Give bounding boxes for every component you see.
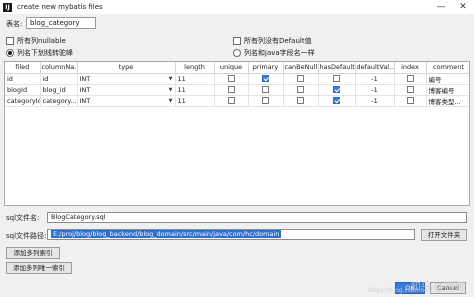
cell-comment[interactable]: 博客类型... xyxy=(426,95,469,107)
primary-cell xyxy=(248,73,284,85)
cell-default-val[interactable]: -1 xyxy=(355,84,395,96)
can-be-null-checkbox[interactable] xyxy=(297,75,304,82)
col-header-primary[interactable]: primary xyxy=(248,62,284,74)
unique-checkbox[interactable] xyxy=(227,75,235,82)
can-be-null-cell xyxy=(283,84,319,96)
can-be-null-cell xyxy=(283,73,319,85)
table-row[interactable]: blogId blog_id INT ▼ 11 -1 博客编号 xyxy=(5,84,469,96)
col-header-column-name[interactable]: columnNa... xyxy=(40,62,78,74)
watermark-url: https://blog.csdn.net/... xyxy=(368,287,438,294)
title-bar: IJ create new mybatis files — ✕ xyxy=(0,0,474,14)
cell-default-val[interactable]: -1 xyxy=(355,73,395,85)
index-checkbox[interactable] xyxy=(406,97,414,104)
cell-column-name[interactable]: category... xyxy=(40,95,78,107)
add-index-button[interactable]: 添加多列索引 xyxy=(6,247,60,259)
nullable-all-checkbox[interactable]: 所有列nullable xyxy=(6,36,66,46)
underscore-to-camel-radio[interactable]: 列名下划线转驼峰 xyxy=(6,48,73,58)
col-header-index[interactable]: index xyxy=(394,62,427,74)
col-header-can-be-null[interactable]: canBeNull xyxy=(283,62,319,74)
radio-selected-icon[interactable] xyxy=(6,49,14,57)
cell-filed[interactable]: blogId xyxy=(5,84,41,96)
table-name-input[interactable]: blog_category xyxy=(26,17,96,29)
unique-checkbox[interactable] xyxy=(227,86,235,93)
checkbox-box[interactable] xyxy=(6,37,14,45)
sql-file-name-input[interactable]: BlogCategory.sql xyxy=(47,212,467,223)
cell-comment[interactable]: 编号 xyxy=(426,73,469,85)
col-header-filed[interactable]: filed xyxy=(5,62,41,74)
cell-length[interactable]: 11 xyxy=(175,95,215,107)
cell-column-name[interactable]: blog_id xyxy=(40,84,78,96)
col-header-has-default[interactable]: hasDefault... xyxy=(318,62,356,74)
add-unique-index-button[interactable]: 添加多列唯一索引 xyxy=(6,262,72,274)
same-as-java-label: 列名和java字段名一样 xyxy=(244,49,315,57)
radio-icon[interactable] xyxy=(233,49,241,57)
underscore-to-camel-label: 列名下划线转驼峰 xyxy=(17,49,73,57)
index-checkbox[interactable] xyxy=(406,86,414,93)
minimize-icon[interactable]: — xyxy=(430,0,452,14)
type-value: INT xyxy=(79,74,91,83)
cell-length[interactable]: 11 xyxy=(175,73,215,85)
can-be-null-cell xyxy=(283,95,319,107)
sql-file-name-label: sql文件名: xyxy=(6,214,40,222)
col-header-comment[interactable]: comment xyxy=(426,62,469,74)
primary-cell xyxy=(248,95,284,107)
index-cell xyxy=(394,73,427,85)
table-row[interactable]: id id INT ▼ 11 -1 编号 xyxy=(5,73,469,85)
grid-header-row: filed columnNa... type length unique pri… xyxy=(5,62,469,74)
no-default-all-label: 所有列没有Default值 xyxy=(244,37,312,45)
has-default-cell xyxy=(318,95,356,107)
unique-cell xyxy=(214,84,249,96)
cell-comment[interactable]: 博客编号 xyxy=(426,84,469,96)
index-checkbox[interactable] xyxy=(406,75,414,82)
cell-filed[interactable]: id xyxy=(5,73,41,85)
primary-checkbox[interactable] xyxy=(262,75,269,82)
sql-file-path-input[interactable]: E:/proj/blog/blog_backend/blog_domain/sr… xyxy=(47,229,415,240)
primary-checkbox[interactable] xyxy=(262,97,269,104)
unique-checkbox[interactable] xyxy=(227,97,235,104)
col-header-type[interactable]: type xyxy=(77,62,176,74)
cell-default-val[interactable]: -1 xyxy=(355,95,395,107)
table-row[interactable]: categoryId category... INT ▼ 11 -1 博客类型... xyxy=(5,95,469,107)
cell-column-name[interactable]: id xyxy=(40,73,78,85)
unique-cell xyxy=(214,95,249,107)
chevron-down-icon[interactable]: ▼ xyxy=(169,98,173,104)
has-default-cell xyxy=(318,84,356,96)
type-value: INT xyxy=(79,96,91,105)
sql-file-path-label: sql文件路径: xyxy=(6,232,47,240)
cell-filed[interactable]: categoryId xyxy=(5,95,41,107)
chevron-down-icon[interactable]: ▼ xyxy=(169,87,173,93)
cell-type-select[interactable]: INT ▼ xyxy=(77,84,176,96)
col-header-unique[interactable]: unique xyxy=(214,62,249,74)
has-default-checkbox[interactable] xyxy=(333,86,340,93)
chevron-down-icon[interactable]: ▼ xyxy=(169,76,173,82)
nullable-all-label: 所有列nullable xyxy=(17,37,66,45)
can-be-null-checkbox[interactable] xyxy=(297,86,304,93)
columns-grid: filed columnNa... type length unique pri… xyxy=(4,61,470,206)
sql-file-path-value: E:/proj/blog/blog_backend/blog_domain/sr… xyxy=(51,230,282,238)
type-value: INT xyxy=(79,85,91,94)
no-default-all-checkbox[interactable]: 所有列没有Default值 xyxy=(233,36,312,46)
has-default-cell xyxy=(318,73,356,85)
cell-length[interactable]: 11 xyxy=(175,84,215,96)
cell-type-select[interactable]: INT ▼ xyxy=(77,95,176,107)
window-title: create new mybatis files xyxy=(17,3,103,11)
index-cell xyxy=(394,84,427,96)
unique-cell xyxy=(214,73,249,85)
col-header-default-val[interactable]: defaultVal... xyxy=(355,62,395,74)
primary-checkbox[interactable] xyxy=(262,86,269,93)
has-default-checkbox[interactable] xyxy=(333,75,340,82)
col-header-length[interactable]: length xyxy=(175,62,215,74)
can-be-null-checkbox[interactable] xyxy=(297,97,304,104)
cell-type-select[interactable]: INT ▼ xyxy=(77,73,176,85)
checkbox-box[interactable] xyxy=(233,37,241,45)
close-icon[interactable]: ✕ xyxy=(452,0,474,14)
intellij-icon: IJ xyxy=(3,2,12,12)
same-as-java-radio[interactable]: 列名和java字段名一样 xyxy=(233,48,315,58)
open-folder-button[interactable]: 打开文件夹 xyxy=(421,229,467,241)
primary-cell xyxy=(248,84,284,96)
index-cell xyxy=(394,95,427,107)
table-name-label: 表名: xyxy=(6,20,23,28)
has-default-checkbox[interactable] xyxy=(333,97,340,104)
